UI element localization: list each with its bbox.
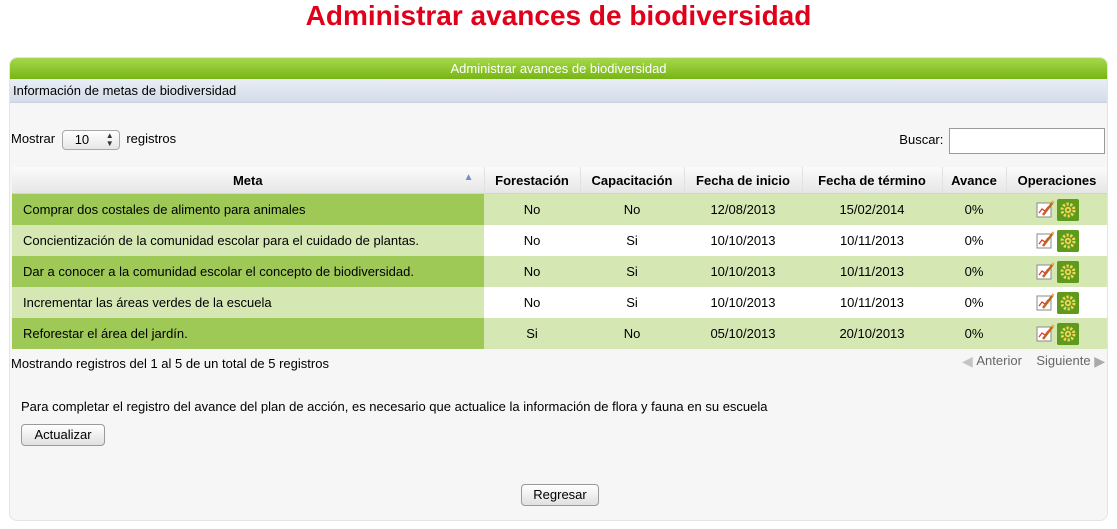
search-input[interactable] (949, 127, 1105, 154)
previous-arrow-icon[interactable]: ◀ (962, 353, 973, 369)
column-header-fecha-inicio[interactable]: Fecha de inicio (684, 167, 803, 194)
cell-fecha-inicio: 10/10/2013 (684, 225, 802, 256)
cell-fecha-termino: 20/10/2013 (802, 318, 942, 349)
cell-fecha-inicio: 10/10/2013 (684, 256, 802, 287)
cell-forestacion: Si (484, 318, 580, 349)
update-button[interactable]: Actualizar (21, 424, 105, 446)
table-row: Concientización de la comunidad escolar … (12, 225, 1107, 256)
cell-meta: Concientización de la comunidad escolar … (12, 225, 484, 256)
cell-capacitacion: Si (580, 287, 684, 318)
cell-avance: 0% (942, 256, 1006, 287)
cell-fecha-termino: 15/02/2014 (802, 193, 942, 225)
edit-icon[interactable] (1035, 323, 1055, 343)
column-header-fecha-termino[interactable]: Fecha de término (802, 167, 943, 194)
table-row: Reforestar el área del jardín. Si No 05/… (12, 318, 1107, 349)
column-header-operaciones: Operaciones (1006, 167, 1107, 194)
column-header-capacitacion[interactable]: Capacitación (580, 167, 685, 194)
next-arrow-icon[interactable]: ▶ (1094, 353, 1105, 369)
edit-icon[interactable] (1035, 230, 1055, 250)
cell-capacitacion: Si (580, 256, 684, 287)
cell-avance: 0% (942, 318, 1006, 349)
length-control: Mostrar 10 ▲ ▼ registros (11, 129, 176, 150)
cell-capacitacion: Si (580, 225, 684, 256)
table-row: Dar a conocer a la comunidad escolar el … (12, 256, 1107, 287)
cell-operaciones (1006, 256, 1107, 287)
back-button[interactable]: Regresar (521, 484, 599, 506)
cell-forestacion: No (484, 287, 580, 318)
table-row: Incrementar las áreas verdes de la escue… (12, 287, 1107, 318)
cell-meta: Comprar dos costales de alimento para an… (12, 193, 484, 225)
update-notice: Para completar el registro del avance de… (21, 399, 768, 414)
cell-meta: Dar a conocer a la comunidad escolar el … (12, 256, 484, 287)
cell-fecha-termino: 10/11/2013 (802, 225, 942, 256)
show-label: Mostrar (11, 131, 56, 146)
gear-icon[interactable] (1057, 291, 1079, 314)
select-arrows-icon: ▲ ▼ (105, 130, 114, 148)
cell-meta: Incrementar las áreas verdes de la escue… (12, 287, 484, 318)
gear-icon[interactable] (1057, 229, 1079, 252)
sort-asc-icon: ▲ (463, 172, 474, 183)
main-panel: Administrar avances de biodiversidad Inf… (9, 57, 1108, 521)
table-header-row: Meta ▲ Forestación Capacitación Fecha de … (12, 167, 1107, 194)
edit-icon[interactable] (1035, 199, 1055, 219)
cell-operaciones (1006, 225, 1107, 256)
cell-forestacion: No (484, 256, 580, 287)
table-row: Comprar dos costales de alimento para an… (12, 193, 1107, 225)
cell-operaciones (1006, 287, 1107, 318)
cell-avance: 0% (942, 287, 1006, 318)
previous-link[interactable]: Anterior (976, 353, 1022, 369)
column-header-meta[interactable]: Meta ▲ (12, 167, 485, 194)
records-per-page-value: 10 (74, 131, 90, 147)
cell-fecha-termino: 10/11/2013 (802, 287, 942, 318)
pagination: ◀ Anterior Siguiente ▶ (962, 352, 1105, 369)
cell-fecha-inicio: 12/08/2013 (684, 193, 802, 225)
next-link[interactable]: Siguiente (1036, 353, 1090, 369)
column-header-forestacion[interactable]: Forestación (484, 167, 581, 194)
records-per-page-select[interactable]: 10 ▲ ▼ (61, 129, 120, 150)
cell-avance: 0% (942, 193, 1006, 225)
cell-forestacion: No (484, 193, 580, 225)
cell-fecha-inicio: 10/10/2013 (684, 287, 802, 318)
cell-meta: Reforestar el área del jardín. (12, 318, 484, 349)
cell-fecha-termino: 10/11/2013 (802, 256, 942, 287)
cell-avance: 0% (942, 225, 1006, 256)
cell-forestacion: No (484, 225, 580, 256)
goals-table: Meta ▲ Forestación Capacitación Fecha de … (12, 167, 1107, 349)
records-label: registros (126, 131, 177, 146)
search-label: Buscar: (899, 132, 944, 147)
gear-icon[interactable] (1057, 198, 1079, 221)
gear-icon[interactable] (1057, 322, 1079, 345)
cell-fecha-inicio: 05/10/2013 (684, 318, 802, 349)
info-bar: Información de metas de biodiversidad (10, 79, 1107, 103)
cell-operaciones (1006, 193, 1107, 225)
gear-icon[interactable] (1057, 260, 1079, 283)
search-control: Buscar: (899, 126, 1105, 154)
cell-operaciones (1006, 318, 1107, 349)
column-header-avance[interactable]: Avance (942, 167, 1007, 194)
cell-capacitacion: No (580, 318, 684, 349)
page-title: Administrar avances de biodiversidad (305, 0, 812, 31)
cell-capacitacion: No (580, 193, 684, 225)
edit-icon[interactable] (1035, 261, 1055, 281)
panel-header: Administrar avances de biodiversidad (10, 58, 1107, 79)
edit-icon[interactable] (1035, 292, 1055, 312)
table-summary: Mostrando registros del 1 al 5 de un tot… (11, 356, 329, 371)
